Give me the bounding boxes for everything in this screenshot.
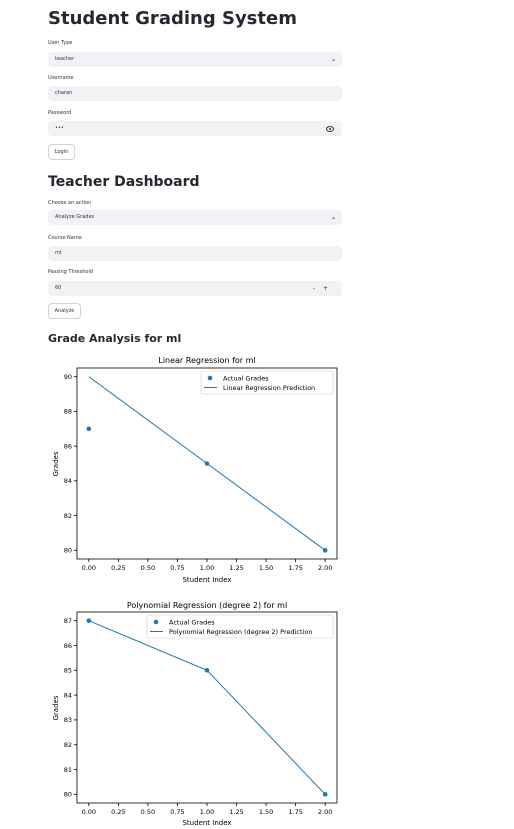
polynomial-regression-chart: Polynomial Regression (degree 2) for ml …: [52, 601, 338, 827]
x-tick-label: 1.75: [288, 808, 302, 816]
y-tick-label: 90: [64, 373, 72, 381]
app-title: Student Grading System: [48, 8, 297, 29]
x-tick-label: 1.25: [229, 564, 243, 572]
x-tick-label: 2.00: [318, 808, 332, 816]
action-value: Analyze Grades: [55, 214, 95, 220]
chevron-down-icon: ⌄: [330, 56, 336, 63]
x-tick-label: 1.75: [288, 564, 302, 572]
threshold-label: Passing Threshold: [48, 269, 94, 275]
username-value: charan: [55, 90, 73, 96]
y-tick-label: 82: [64, 741, 72, 749]
x-tick-label: 1.25: [229, 808, 243, 816]
y-tick-label: 80: [64, 547, 72, 555]
y-tick-label: 81: [64, 766, 72, 774]
analyze-button[interactable]: Analyze: [48, 303, 81, 319]
minus-plus-icon[interactable]: -+: [313, 281, 336, 296]
x-tick-label: 0.75: [170, 564, 184, 572]
user-type-label: User Type: [48, 40, 73, 46]
chart-title: Polynomial Regression (degree 2) for ml: [127, 601, 287, 610]
x-tick-label: 0.75: [170, 808, 184, 816]
data-point: [86, 426, 92, 432]
user-type-value: teacher: [55, 56, 75, 62]
y-tick-label: 84: [64, 477, 72, 485]
y-tick-label: 82: [64, 512, 72, 520]
chevron-down-icon: ⌄: [330, 214, 336, 221]
x-tick-label: 1.00: [200, 564, 214, 572]
legend-label: Polynomial Regression (degree 2) Predict…: [169, 628, 312, 636]
prediction-line: [88, 620, 326, 795]
login-button[interactable]: Login: [48, 144, 75, 160]
legend-marker-scatter: [207, 375, 213, 381]
course-input[interactable]: ml: [48, 246, 342, 261]
x-tick-label: 1.00: [200, 808, 214, 816]
x-tick-label: 2.00: [318, 564, 332, 572]
action-select[interactable]: Analyze Grades ⌄: [48, 210, 342, 225]
y-tick-label: 87: [64, 617, 72, 625]
password-label: Password: [48, 110, 72, 116]
y-tick-label: 88: [64, 408, 72, 416]
legend-marker-scatter: [153, 619, 159, 625]
data-point: [322, 548, 328, 553]
course-value: ml: [55, 250, 62, 256]
chart-title: Linear Regression for ml: [158, 356, 255, 365]
x-axis-label: Student Index: [182, 819, 231, 827]
x-tick-label: 1.50: [259, 564, 273, 572]
eye-icon[interactable]: [326, 126, 334, 132]
y-tick-label: 80: [64, 791, 72, 799]
x-tick-label: 0.00: [82, 808, 96, 816]
y-tick-label: 84: [64, 691, 72, 699]
password-input[interactable]: •••: [48, 121, 342, 136]
y-tick-label: 83: [64, 716, 72, 724]
dashboard-title: Teacher Dashboard: [48, 174, 200, 190]
user-type-select[interactable]: teacher ⌄: [48, 52, 342, 67]
y-axis-label: Grades: [52, 695, 60, 720]
username-label: Username: [48, 75, 74, 81]
x-tick-label: 0.00: [82, 564, 96, 572]
legend-label: Linear Regression Prediction: [223, 384, 315, 392]
y-axis-label: Grades: [52, 451, 60, 476]
data-point: [204, 667, 210, 673]
x-tick-label: 1.50: [259, 808, 273, 816]
threshold-input[interactable]: 60 -+: [48, 281, 342, 296]
course-label: Course Name: [48, 235, 82, 241]
data-point: [86, 618, 92, 623]
username-input[interactable]: charan: [48, 86, 342, 101]
x-tick-label: 0.25: [111, 808, 125, 816]
threshold-value: 60: [55, 285, 62, 291]
data-point: [322, 792, 328, 797]
x-tick-label: 0.25: [111, 564, 125, 572]
password-value: •••: [55, 125, 64, 131]
legend-label: Actual Grades: [223, 375, 269, 383]
action-label: Choose an action: [48, 200, 92, 206]
x-tick-label: 0.50: [141, 808, 155, 816]
plot-frame: [76, 611, 338, 804]
y-tick-label: 86: [64, 442, 72, 450]
linear-regression-chart: Linear Regression for ml Student Index G…: [52, 356, 338, 584]
x-tick-label: 0.50: [141, 564, 155, 572]
legend-label: Actual Grades: [169, 619, 215, 627]
y-tick-label: 86: [64, 642, 72, 650]
x-axis-label: Student Index: [182, 576, 231, 584]
data-point: [204, 461, 210, 466]
y-tick-label: 85: [64, 667, 72, 675]
analysis-title: Grade Analysis for ml: [48, 332, 182, 345]
